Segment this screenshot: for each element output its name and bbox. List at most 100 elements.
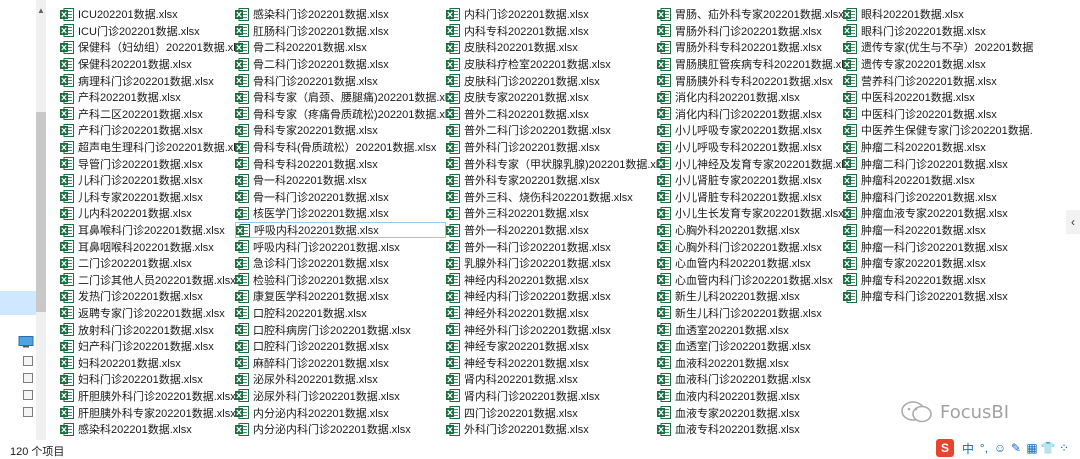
file-item[interactable]: 神经专家202201数据.xlsx [446,338,657,355]
file-item[interactable]: 中医科202201数据.xlsx [843,89,1033,106]
file-item[interactable]: 感染科门诊202201数据.xlsx [235,6,446,23]
file-item[interactable]: 导管门诊202201数据.xlsx [60,155,235,172]
file-item[interactable]: 耳鼻喉科门诊202201数据.xlsx [60,222,235,239]
file-item[interactable]: 中医养生保健专家门诊202201数据.xlsx [843,122,1033,139]
file-item[interactable]: 胃肠外科专科202201数据.xlsx [657,39,843,56]
file-item[interactable]: 小儿肾脏专家202201数据.xlsx [657,172,843,189]
file-item[interactable]: 乳腺外科门诊202201数据.xlsx [446,255,657,272]
drive-icon[interactable] [23,390,33,400]
file-item[interactable]: 肿瘤一科202201数据.xlsx [843,222,1033,239]
file-item[interactable]: 产科202201数据.xlsx [60,89,235,106]
file-item[interactable]: 肿瘤专家202201数据.xlsx [843,255,1033,272]
file-item[interactable]: 皮肤专家202201数据.xlsx [446,89,657,106]
file-item[interactable]: 放射科门诊202201数据.xlsx [60,321,235,338]
ime-emoji-icon[interactable]: ☺ [992,441,1008,455]
file-item[interactable]: 神经内科门诊202201数据.xlsx [446,288,657,305]
file-item[interactable]: 神经外科门诊202201数据.xlsx [446,321,657,338]
ime-toolbar[interactable]: S 中 °, ☺ ✎ ▦ 👕 ⁘ [936,437,1080,459]
file-item[interactable]: 胃肠胰肛管疾病专科202201数据.xlsx [657,56,843,73]
file-item[interactable]: 肿瘤二科202201数据.xlsx [843,139,1033,156]
file-item[interactable]: 肾内科门诊202201数据.xlsx [446,388,657,405]
file-item[interactable]: 肾内科202201数据.xlsx [446,371,657,388]
file-item[interactable]: 胃肠、疝外科专家202201数据.xlsx [657,6,843,23]
file-item[interactable]: 骨科门诊202201数据.xlsx [235,72,446,89]
file-item[interactable]: 消化内科门诊202201数据.xlsx [657,106,843,123]
collapse-pane-chevron-icon[interactable]: ‹ [1066,210,1080,234]
file-item[interactable]: 神经专科202201数据.xlsx [446,354,657,371]
file-item[interactable]: 内分泌内科门诊202201数据.xlsx [235,421,446,438]
file-item[interactable]: 发热门诊202201数据.xlsx [60,288,235,305]
file-item[interactable]: 胃肠外科门诊202201数据.xlsx [657,23,843,40]
ime-voice-icon[interactable]: ✎ [1008,441,1024,455]
nav-selected-item[interactable] [0,291,36,315]
file-item[interactable]: 妇科门诊202201数据.xlsx [60,371,235,388]
file-item[interactable]: 血透室202201数据.xlsx [657,321,843,338]
file-item[interactable]: 外科门诊202201数据.xlsx [446,421,657,438]
file-item[interactable]: 保健科（妇幼组）202201数据.xlsx [60,39,235,56]
file-item[interactable]: 肿瘤科门诊202201数据.xlsx [843,189,1033,206]
file-item[interactable]: 内科门诊202201数据.xlsx [446,6,657,23]
file-item[interactable]: 营养科门诊202201数据.xlsx [843,72,1033,89]
file-item[interactable]: 急诊科门诊202201数据.xlsx [235,255,446,272]
file-item[interactable]: 骨一科门诊202201数据.xlsx [235,189,446,206]
file-item[interactable]: 口腔科门诊202201数据.xlsx [235,338,446,355]
file-item[interactable]: 产科二区202201数据.xlsx [60,106,235,123]
file-item[interactable]: 普外科专家（甲状腺乳腺)202201数据.xlsx [446,155,657,172]
file-item[interactable]: 普外三科、烧伤科202201数据.xlsx [446,189,657,206]
ime-keyboard-icon[interactable]: ▦ [1024,441,1040,455]
file-item[interactable]: 内分泌内科202201数据.xlsx [235,404,446,421]
file-item[interactable]: 肿瘤科202201数据.xlsx [843,172,1033,189]
file-item[interactable]: 遗传专家(优生与不孕）202201数据.xlsx [843,39,1033,56]
file-item[interactable]: 消化内科202201数据.xlsx [657,89,843,106]
file-item[interactable]: 心血管内科门诊202201数据.xlsx [657,272,843,289]
ime-language-toggle[interactable]: 中 [960,440,976,457]
file-item[interactable]: 麻醉科门诊202201数据.xlsx [235,354,446,371]
file-item[interactable]: 骨科专家（疼痛骨质疏松)202201数据.xlsx [235,106,446,123]
file-item[interactable]: 感染科202201数据.xlsx [60,421,235,438]
file-item[interactable]: 骨科专家202201数据.xlsx [235,122,446,139]
file-item[interactable]: 呼吸内科门诊202201数据.xlsx [235,238,446,255]
this-pc-icon[interactable] [18,336,34,348]
file-item[interactable]: 泌尿外科门诊202201数据.xlsx [235,388,446,405]
file-item[interactable]: 小儿生长发育专家202201数据.xlsx [657,205,843,222]
file-item[interactable]: 普外一科门诊202201数据.xlsx [446,238,657,255]
file-item[interactable]: 皮肤科门诊202201数据.xlsx [446,72,657,89]
file-item[interactable]: 新生儿科门诊202201数据.xlsx [657,305,843,322]
file-item[interactable]: 骨一科202201数据.xlsx [235,172,446,189]
file-item[interactable]: 心胸外科门诊202201数据.xlsx [657,238,843,255]
file-item[interactable]: 皮肤科疗检室202201数据.xlsx [446,56,657,73]
file-item[interactable]: 肝胆胰外科专家202201数据.xlsx [60,404,235,421]
file-item[interactable]: 返聘专家门诊202201数据.xlsx [60,305,235,322]
file-item[interactable]: 儿科专家202201数据.xlsx [60,189,235,206]
file-item[interactable]: 二门诊其他人员202201数据.xlsx [60,272,235,289]
file-item[interactable]: 小儿神经及发育专家202201数据.xlsx [657,155,843,172]
file-item[interactable]: 普外一科202201数据.xlsx [446,222,657,239]
file-item[interactable]: 康复医学科202201数据.xlsx [235,288,446,305]
file-item[interactable]: 保健科202201数据.xlsx [60,56,235,73]
file-item[interactable]: 心血管内科202201数据.xlsx [657,255,843,272]
file-item[interactable]: 泌尿外科202201数据.xlsx [235,371,446,388]
file-item[interactable]: 皮肤科202201数据.xlsx [446,39,657,56]
file-item[interactable]: 血液科门诊202201数据.xlsx [657,371,843,388]
file-item[interactable]: 妇产科门诊202201数据.xlsx [60,338,235,355]
file-item[interactable]: 血透室门诊202201数据.xlsx [657,338,843,355]
file-item[interactable]: 神经外科202201数据.xlsx [446,305,657,322]
file-item[interactable]: 血液科202201数据.xlsx [657,354,843,371]
file-item[interactable]: 产科门诊202201数据.xlsx [60,122,235,139]
ime-toolbox-icon[interactable]: ⁘ [1056,441,1072,455]
file-item[interactable]: 呼吸内科202201数据.xlsx [235,221,446,239]
file-item[interactable]: 骨科专科202201数据.xlsx [235,155,446,172]
file-item[interactable]: 口腔科202201数据.xlsx [235,305,446,322]
file-item[interactable]: 肿瘤一科门诊202201数据.xlsx [843,238,1033,255]
drive-icon[interactable] [23,356,33,366]
file-item[interactable]: 骨科专家（肩颈、腰腿痛)202201数据.xlsx [235,89,446,106]
file-item[interactable]: 二门诊202201数据.xlsx [60,255,235,272]
ime-skin-icon[interactable]: 👕 [1040,441,1056,455]
file-item[interactable]: 眼科202201数据.xlsx [843,6,1033,23]
drive-icon[interactable] [23,407,33,417]
file-item[interactable]: 肝胆胰外科门诊202201数据.xlsx [60,388,235,405]
file-item[interactable]: 肿瘤血液专家202201数据.xlsx [843,205,1033,222]
nav-scrollbar-thumb[interactable] [36,112,46,312]
file-item[interactable]: 超声电生理科门诊202201数据.xlsx [60,139,235,156]
file-item[interactable]: 胃肠胰外科专科202201数据.xlsx [657,72,843,89]
